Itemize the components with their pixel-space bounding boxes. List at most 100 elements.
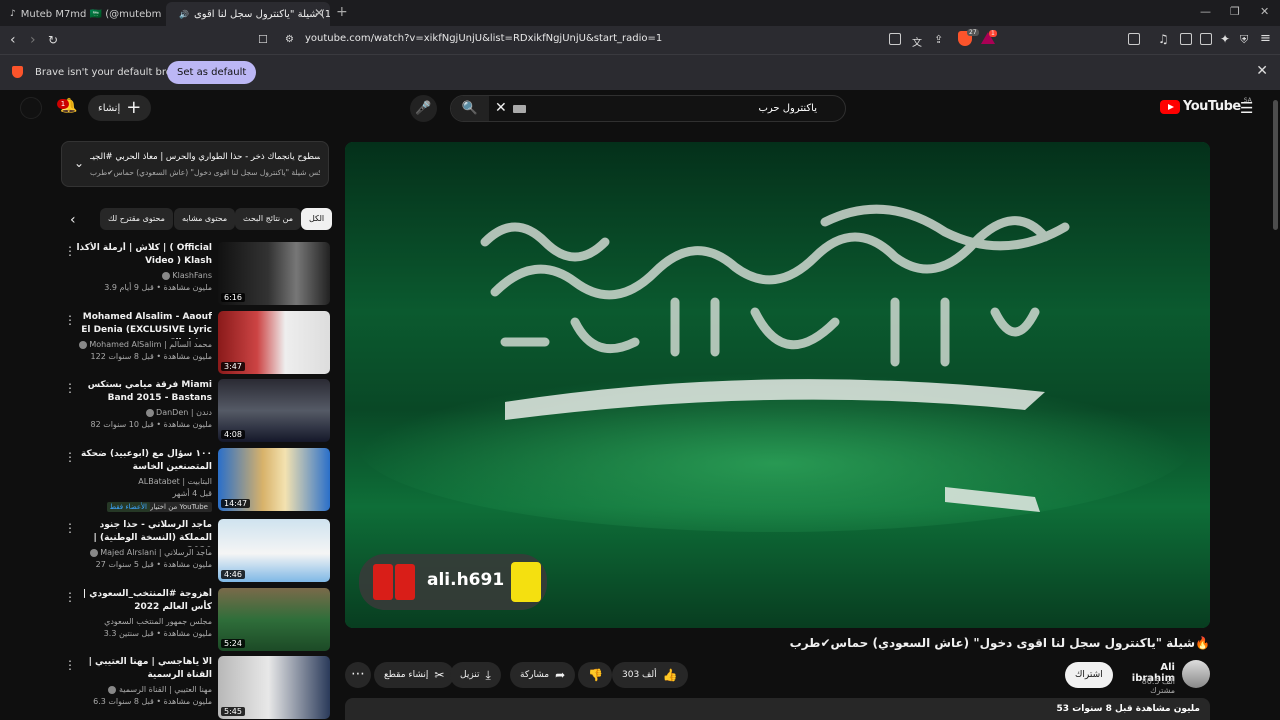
chip-from-search[interactable]: من نتائج البحث xyxy=(235,208,302,230)
video-title[interactable]: ١٠٠ سؤال مع (ابوعبيد) ضحكة المتصنعين الخ… xyxy=(76,448,212,474)
chip-related[interactable]: محتوى مشابه xyxy=(174,208,236,230)
search-icon[interactable]: 🔍 xyxy=(451,96,489,121)
channel-name[interactable]: ALBatabet | البتابيت xyxy=(72,477,212,486)
video-thumbnail[interactable]: 5:24 xyxy=(218,588,330,651)
share-page-icon[interactable]: ⇪ xyxy=(934,33,943,46)
list-item[interactable]: ⋮ كلاش | أرملة الأكذا | ( Official Video… xyxy=(60,242,330,308)
like-button[interactable]: 303 ألف 👍 xyxy=(612,662,688,688)
bookmark-icon[interactable]: ☐ xyxy=(258,33,268,46)
video-thumbnail[interactable]: 3:47 xyxy=(218,311,330,374)
minimize-icon[interactable]: — xyxy=(1200,5,1211,18)
youtube-logo[interactable]: YouTube SA xyxy=(1160,97,1252,114)
speaker-icon[interactable]: 🔊 xyxy=(179,10,189,19)
channel-name[interactable]: مهنا العتيبي | القناة الرسمية xyxy=(72,685,212,694)
subscribe-button[interactable]: اشتراك xyxy=(1065,662,1113,688)
clip-button[interactable]: إنشاء مقطع ✂ xyxy=(374,662,455,688)
restore-icon[interactable]: ❐ xyxy=(1230,5,1240,18)
thumbs-down-icon: 👎 xyxy=(588,668,603,682)
video-title[interactable]: Mohamed Alsalim - Aaouf El Denia (EXCLUS… xyxy=(76,311,212,339)
share-button[interactable]: مشاركة ➦ xyxy=(510,662,576,688)
list-item[interactable]: ⋮ فرقة ميامي بستكس Miami Band 2015 - Bas… xyxy=(60,379,330,445)
list-item[interactable]: ⋮ أهزوجة #المنتخب_السعودي | كأس العالم 2… xyxy=(60,588,330,654)
new-tab-icon[interactable]: + xyxy=(336,4,348,20)
thumbs-up-icon: 👍 xyxy=(662,668,678,682)
logo-text: YouTube xyxy=(1183,99,1241,114)
channel-name[interactable]: مجلس جمهور المنتخب السعودي xyxy=(72,617,212,626)
create-button[interactable]: إنشاء + xyxy=(88,95,152,121)
more-options-icon[interactable]: ⋮ xyxy=(64,658,76,672)
media-icon[interactable]: ♫ xyxy=(1158,32,1169,46)
close-infobar-icon[interactable]: ✕ xyxy=(1256,63,1268,79)
leo-ai-icon[interactable]: ✦ xyxy=(1220,32,1230,46)
video-thumbnail[interactable]: 14:47 xyxy=(218,448,330,511)
video-thumbnail[interactable]: 5:45 xyxy=(218,656,330,719)
download-button[interactable]: تنزيل ⤓ xyxy=(450,662,501,688)
video-thumbnail[interactable]: 6:16 xyxy=(218,242,330,305)
list-item[interactable]: ⋮ الا ياهاجسي | مهنا العتيبي | القناة ال… xyxy=(60,656,330,720)
close-tab-icon[interactable]: ✕ xyxy=(314,6,324,20)
video-thumbnail[interactable]: 4:46 xyxy=(218,519,330,582)
channel-name[interactable]: KlashFans xyxy=(72,271,212,280)
list-item[interactable]: ⋮ Mohamed Alsalim - Aaouf El Denia (EXCL… xyxy=(60,311,330,377)
browser-tab-tiktok[interactable]: ♪ Muteb M7md 🇸🇦 (@mutebm7md) xyxy=(2,2,162,26)
cast-icon[interactable] xyxy=(889,33,901,45)
channel-name[interactable]: Mohamed AlSalim | محمد السالم xyxy=(72,340,212,349)
more-options-icon[interactable]: ⋮ xyxy=(64,244,76,258)
clear-search-icon[interactable]: ✕ xyxy=(495,100,507,116)
url-field[interactable]: youtube.com/watch?v=xikfNgjUnjU&list=RDx… xyxy=(305,33,662,44)
playlist-next-up[interactable]: ⌄ التالي: سطوح يانجماك ذخر - حذا الطواري… xyxy=(61,141,329,187)
guide-menu-icon[interactable]: ☰ xyxy=(1240,99,1253,117)
video-title[interactable]: فرقة ميامي بستكس Miami Band 2015 - Basta… xyxy=(76,379,212,405)
chevron-down-icon[interactable]: ⌄ xyxy=(74,156,84,170)
more-options-icon[interactable]: ⋮ xyxy=(64,381,76,395)
account-avatar[interactable] xyxy=(20,97,42,119)
more-actions-button[interactable]: ⋯ xyxy=(345,662,371,688)
channel-avatar[interactable] xyxy=(1182,660,1210,688)
chip-recommended[interactable]: محتوى مقترح لك xyxy=(100,208,173,230)
channel-name[interactable]: DanDen | دندن xyxy=(72,408,212,417)
video-meta: 3.3 مليون مشاهدة • قبل سنتين xyxy=(103,629,212,638)
video-title[interactable]: كلاش | أرملة الأكذا | ( Official Video )… xyxy=(76,242,212,268)
chevron-left-icon[interactable]: ‹ xyxy=(70,212,76,228)
menu-icon[interactable]: ≡ xyxy=(1260,31,1271,46)
translate-icon[interactable]: 文 xyxy=(912,34,922,49)
list-item[interactable]: ⋮ ١٠٠ سؤال مع (ابوعبيد) ضحكة المتصنعين ا… xyxy=(60,448,330,514)
list-item[interactable]: ⋮ ماجد الرسلاني - حذا جنود المملكة (النس… xyxy=(60,519,330,585)
default-browser-infobar: Brave isn't your default browser Set as … xyxy=(0,54,1280,90)
more-options-icon[interactable]: ⋮ xyxy=(64,590,76,604)
video-title[interactable]: أهزوجة #المنتخب_السعودي | كأس العالم 202… xyxy=(76,588,212,614)
set-default-button[interactable]: Set as default xyxy=(167,61,257,84)
video-player[interactable]: ali.h691 xyxy=(345,142,1210,628)
scrollbar-thumb[interactable] xyxy=(1273,100,1278,230)
search-box[interactable]: 🔍 ✕ ياكنترول حرب xyxy=(450,95,846,122)
more-options-icon[interactable]: ⋮ xyxy=(64,313,76,327)
more-options-icon[interactable]: ⋮ xyxy=(64,450,76,464)
wallet-icon[interactable] xyxy=(1200,33,1212,45)
verified-icon xyxy=(78,340,87,349)
back-icon[interactable]: ‹ xyxy=(10,32,16,48)
voice-search-icon[interactable]: 🎤 xyxy=(410,95,437,122)
dislike-button[interactable]: 👎 xyxy=(578,662,612,688)
video-title[interactable]: ماجد الرسلاني - حذا جنود المملكة (النسخة… xyxy=(76,519,212,547)
more-options-icon[interactable]: ⋮ xyxy=(64,521,76,535)
page-scrollbar[interactable] xyxy=(1271,90,1280,720)
sidebar-toggle-icon[interactable] xyxy=(1128,33,1140,45)
next-up-title: التالي: سطوح يانجماك ذخر - حذا الطواري و… xyxy=(90,152,320,162)
video-thumbnail[interactable]: 4:08 xyxy=(218,379,330,442)
search-input[interactable]: ياكنترول حرب xyxy=(758,103,817,114)
tab-label: Muteb M7md 🇸🇦 (@mutebm7md) xyxy=(20,8,162,20)
vpn-icon[interactable]: ⛨ xyxy=(1240,33,1248,47)
reader-icon[interactable] xyxy=(1180,33,1192,45)
reload-icon[interactable]: ↻ xyxy=(48,33,58,47)
forward-icon[interactable]: › xyxy=(30,32,36,48)
video-title[interactable]: الا ياهاجسي | مهنا العتيبي | القناة الرس… xyxy=(76,656,212,682)
video-actions: ⋯ إنشاء مقطع ✂ تنزيل ⤓ مشاركة ➦ 👎 303 أل… xyxy=(345,658,1210,695)
chip-all[interactable]: الكل xyxy=(301,208,333,230)
site-info-icon[interactable]: ⚙ xyxy=(285,34,294,45)
duration-badge: 14:47 xyxy=(221,499,251,508)
channel-name[interactable]: Majed Alrslani | ماجد الرسلاني xyxy=(72,548,212,557)
close-window-icon[interactable]: ✕ xyxy=(1260,5,1269,18)
description-box[interactable]: 53 مليون مشاهدة قبل 8 سنوات xyxy=(345,698,1210,720)
browser-tab-youtube[interactable]: 🔊 (1) شيلة "ياكنترول سجل لنا اقوى ✕ xyxy=(166,2,330,26)
keyboard-icon[interactable] xyxy=(513,105,526,113)
